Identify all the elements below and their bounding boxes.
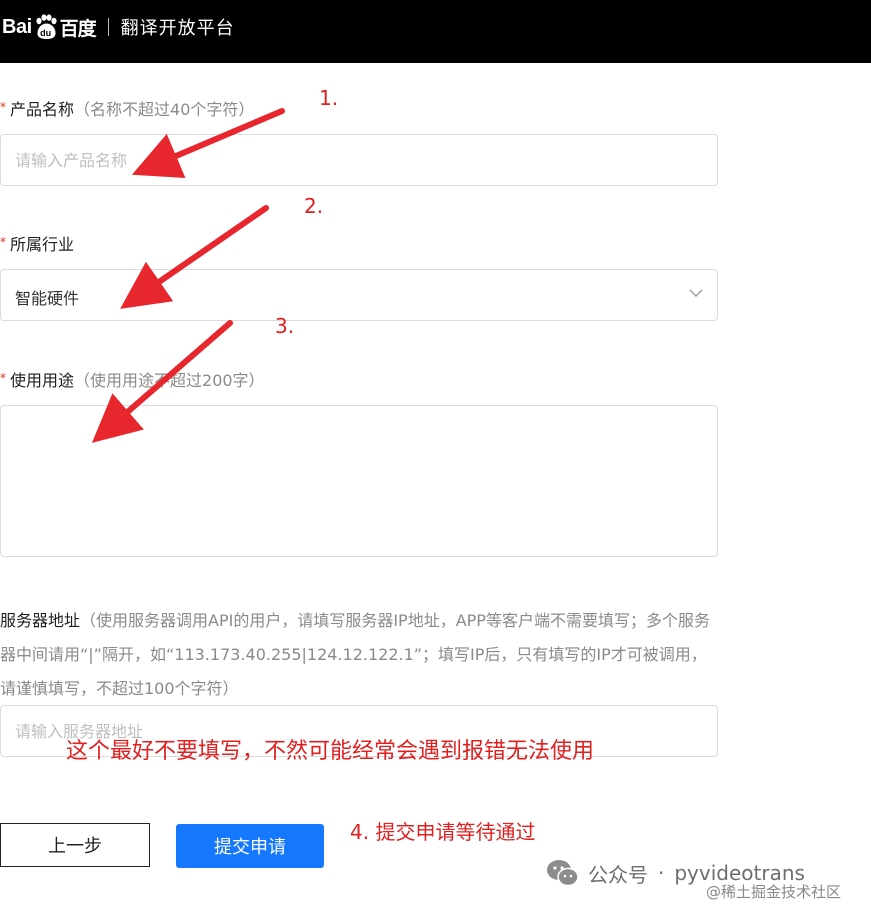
product-name-input[interactable]: [1, 135, 717, 185]
industry-selected-value: 智能硬件: [15, 289, 80, 308]
logo-paw-text: du: [40, 28, 52, 38]
server-address-hint: （使用服务器调用API的用户，请填写服务器IP地址，APP等客户端不需要填写；多…: [0, 611, 710, 698]
product-name-hint: （名称不超过40个字符）: [74, 100, 255, 119]
logo-text-latin: Bai: [2, 15, 32, 38]
required-mark: *: [0, 371, 6, 385]
annotation-step-4: 4. 提交申请等待通过: [350, 820, 536, 844]
platform-title: 翻译开放平台: [120, 18, 235, 39]
product-name-label: * 产品名称（名称不超过40个字符）: [0, 96, 254, 120]
top-header-bar: Bai du 百度 翻译开放平台: [0, 0, 871, 63]
logo-divider: [107, 18, 109, 36]
submit-application-button[interactable]: 提交申请: [176, 824, 324, 868]
server-address-label-text: 服务器地址: [0, 611, 81, 630]
wechat-icon: [547, 860, 579, 887]
usage-label-text: 使用用途: [10, 371, 75, 390]
industry-label: * 所属行业: [0, 231, 74, 255]
logo-text-cn: 百度: [59, 17, 97, 40]
industry-label-text: 所属行业: [10, 235, 75, 254]
usage-textarea[interactable]: [1, 406, 717, 556]
required-mark: *: [0, 100, 6, 114]
usage-label: * 使用用途（使用用途不超过200字）: [0, 367, 265, 391]
chevron-down-icon[interactable]: [689, 288, 703, 298]
baidu-paw-icon: du: [33, 14, 59, 40]
usage-field[interactable]: [0, 405, 718, 557]
prev-step-button[interactable]: 上一步: [0, 823, 150, 867]
usage-hint: （使用用途不超过200字）: [74, 371, 265, 390]
annotation-step-3: 3.: [275, 314, 295, 338]
industry-select[interactable]: 智能硬件: [0, 269, 718, 321]
watermark-site: @稀土掘金技术社区: [706, 883, 842, 901]
watermark-account: 公众号: [588, 862, 648, 887]
baidu-logo[interactable]: Bai du 百度 翻译开放平台: [2, 12, 235, 42]
product-name-label-text: 产品名称: [10, 100, 75, 119]
required-mark: *: [0, 235, 6, 249]
annotation-step-1: 1.: [319, 86, 339, 110]
server-address-label: 服务器地址（使用服务器调用API的用户，请填写服务器IP地址，APP等客户端不需…: [0, 604, 718, 706]
watermark-separator: ·: [658, 861, 665, 885]
annotation-step-2: 2.: [304, 194, 324, 218]
product-name-field[interactable]: [0, 134, 718, 186]
annotation-server-note: 这个最好不要填写，不然可能经常会遇到报错无法使用: [66, 739, 595, 764]
